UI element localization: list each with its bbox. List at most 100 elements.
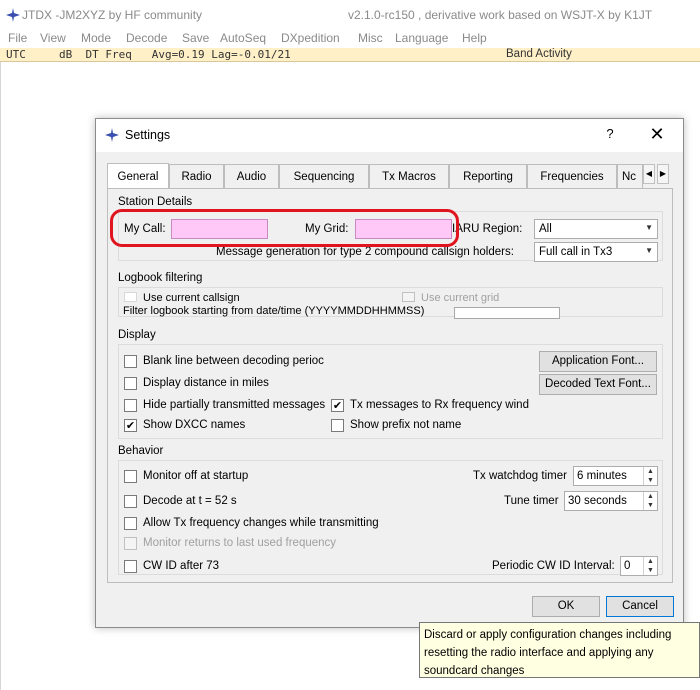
tab-radio[interactable]: Radio: [169, 164, 224, 188]
menu-decode[interactable]: Decode: [126, 31, 167, 45]
tune-timer-label: Tune timer: [504, 495, 559, 507]
filter-datetime-input[interactable]: [454, 307, 560, 319]
iaru-region-select[interactable]: All ▼: [534, 219, 658, 239]
show-dxcc-label: Show DXCC names: [143, 419, 246, 431]
behavior-heading: Behavior: [118, 445, 164, 457]
app-star-icon: [6, 8, 20, 22]
decoded-text-font-button[interactable]: Decoded Text Font...: [539, 374, 657, 395]
logbook-filtering-heading: Logbook filtering: [118, 272, 203, 284]
menu-save[interactable]: Save: [182, 31, 209, 45]
menu-dxpedition[interactable]: DXpedition: [281, 31, 340, 45]
main-titlebar: JTDX -JM2XYZ by HF community v2.1.0-rc15…: [0, 0, 700, 30]
app-version: v2.1.0-rc150 , derivative work based on …: [348, 8, 653, 22]
close-icon[interactable]: ✕: [644, 124, 670, 146]
tab-scroll-left-icon[interactable]: ◀: [643, 164, 655, 184]
cw-interval-label: Periodic CW ID Interval:: [492, 560, 615, 572]
menu-language[interactable]: Language: [395, 31, 448, 45]
menu-help[interactable]: Help: [462, 31, 487, 45]
chevron-down-icon: ▼: [645, 246, 653, 255]
tab-scroll-right-icon[interactable]: ▶: [657, 164, 669, 184]
general-tab-page: Station Details My Call: My Grid: IARU R…: [107, 188, 673, 583]
menu-view[interactable]: View: [40, 31, 66, 45]
tx-watchdog-value: 6 minutes: [577, 470, 627, 482]
my-call-label: My Call:: [124, 223, 166, 235]
use-current-callsign-label: Use current callsign: [143, 292, 240, 304]
decode-at-checkbox[interactable]: [124, 495, 137, 508]
menu-misc[interactable]: Misc: [358, 31, 383, 45]
my-grid-input[interactable]: [355, 219, 452, 239]
app-star-icon: [105, 128, 119, 142]
show-prefix-label: Show prefix not name: [350, 419, 462, 431]
tab-audio[interactable]: Audio: [224, 164, 279, 188]
left-divider: [0, 62, 1, 690]
message-generation-select[interactable]: Full call in Tx3 ▼: [534, 242, 658, 262]
cw-interval-spinbox[interactable]: 0 ▲ ▼: [620, 556, 658, 576]
decode-column-headers: UTC dB DT Freq Avg=0.19 Lag=-0.01/21: [6, 48, 291, 61]
application-font-button[interactable]: Application Font...: [539, 351, 657, 372]
cw-interval-value: 0: [624, 560, 631, 572]
blank-line-label: Blank line between decoding perioc: [143, 355, 324, 367]
cancel-tooltip: Discard or apply configuration changes i…: [419, 622, 700, 678]
tx-watchdog-spinbox[interactable]: 6 minutes ▲ ▼: [573, 466, 658, 486]
spin-arrows-icon[interactable]: ▲ ▼: [643, 492, 657, 510]
monitor-off-label: Monitor off at startup: [143, 470, 249, 482]
menu-autoseq[interactable]: AutoSeq: [220, 31, 266, 45]
help-button[interactable]: ?: [599, 126, 621, 146]
my-grid-label: My Grid:: [305, 223, 349, 235]
decode-at-label: Decode at t = 52 s: [143, 495, 237, 507]
filter-logbook-label: Filter logbook starting from date/time (…: [123, 305, 425, 317]
use-current-grid-label: Use current grid: [421, 292, 500, 304]
tab-reporting[interactable]: Reporting: [449, 164, 527, 188]
tab-frequencies[interactable]: Frequencies: [527, 164, 617, 188]
my-call-input[interactable]: [171, 219, 268, 239]
monitor-returns-checkbox[interactable]: [124, 537, 137, 550]
spin-arrows-icon[interactable]: ▲ ▼: [643, 467, 657, 485]
settings-tabs: General Radio Audio Sequencing Tx Macros…: [107, 163, 673, 188]
tune-timer-spinbox[interactable]: 30 seconds ▲ ▼: [564, 491, 658, 511]
tab-label: Audio: [236, 171, 267, 183]
settings-dialog: Settings ? ✕ General Radio Audio Sequenc…: [95, 118, 684, 628]
tx-watchdog-label: Tx watchdog timer: [473, 470, 567, 482]
menu-file[interactable]: File: [8, 31, 27, 45]
cancel-button[interactable]: Cancel: [606, 596, 674, 617]
tab-tx-macros[interactable]: Tx Macros: [369, 164, 449, 188]
tab-label: Reporting: [463, 171, 513, 183]
distance-miles-label: Display distance in miles: [143, 377, 269, 389]
distance-miles-checkbox[interactable]: [124, 377, 137, 390]
hide-partial-label: Hide partially transmitted messages: [143, 399, 326, 411]
menubar: File View Mode Decode Save AutoSeq DXped…: [0, 30, 700, 48]
display-heading: Display: [118, 329, 156, 341]
blank-line-checkbox[interactable]: [124, 355, 137, 368]
tab-noise[interactable]: Nс: [617, 164, 643, 188]
message-generation-label: Message generation for type 2 compound c…: [216, 246, 514, 258]
message-generation-value: Full call in Tx3: [539, 246, 613, 258]
allow-tx-freq-checkbox[interactable]: [124, 517, 137, 530]
band-activity-label: Band Activity: [506, 48, 572, 60]
cw-id-label: CW ID after 73: [143, 560, 220, 572]
ok-button[interactable]: OK: [532, 596, 600, 617]
menu-mode[interactable]: Mode: [81, 31, 111, 45]
tooltip-line: resetting the radio interface and applyi…: [424, 647, 654, 659]
tab-label: Nс: [622, 171, 637, 183]
app-title: JTDX -JM2XYZ by HF community: [22, 8, 203, 22]
tab-label: Sequencing: [293, 171, 355, 183]
tab-general[interactable]: General: [107, 163, 169, 188]
tune-timer-value: 30 seconds: [568, 495, 627, 507]
hide-partial-checkbox[interactable]: [124, 399, 137, 412]
dialog-titlebar[interactable]: Settings ? ✕: [96, 119, 683, 152]
decode-header-strip: UTC dB DT Freq Avg=0.19 Lag=-0.01/21 Ban…: [0, 48, 700, 62]
cw-id-checkbox[interactable]: [124, 560, 137, 573]
dialog-title: Settings: [125, 128, 171, 142]
tab-sequencing[interactable]: Sequencing: [279, 164, 369, 188]
use-current-grid-checkbox[interactable]: [402, 292, 415, 302]
tab-label: Frequencies: [540, 171, 604, 183]
spin-arrows-icon[interactable]: ▲ ▼: [643, 557, 657, 575]
show-dxcc-checkbox[interactable]: ✔: [124, 419, 137, 432]
show-prefix-checkbox[interactable]: [331, 419, 344, 432]
monitor-off-checkbox[interactable]: [124, 470, 137, 483]
use-current-callsign-checkbox[interactable]: [124, 292, 137, 302]
tab-label: Tx Macros: [382, 171, 436, 183]
iaru-region-label: IARU Region:: [452, 223, 523, 235]
tx-messages-checkbox[interactable]: ✔: [331, 399, 344, 412]
tx-messages-label: Tx messages to Rx frequency wind: [350, 399, 529, 411]
